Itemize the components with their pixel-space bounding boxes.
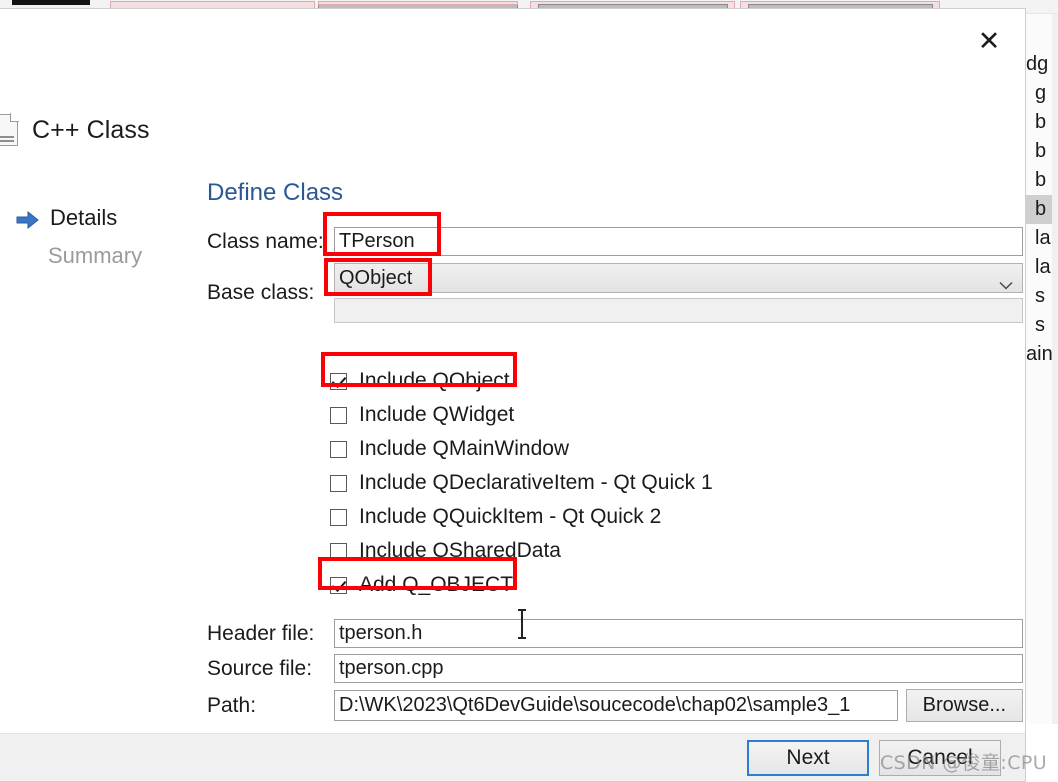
- checkbox-label: Include QMainWindow: [359, 437, 570, 460]
- path-label: Path:: [207, 693, 257, 717]
- background-scrollbar[interactable]: [1052, 14, 1058, 724]
- source-file-label: Source file:: [207, 656, 313, 680]
- class-name-label: Class name:: [207, 229, 324, 253]
- include-options-list: Include QObject Include QWidget Include …: [330, 364, 713, 602]
- path-row: Path: Browse...: [207, 689, 1023, 722]
- mouse-cursor-ibeam: [516, 609, 528, 639]
- base-class-row: Base class: QObject: [207, 263, 1023, 323]
- base-class-combobox[interactable]: QObject: [334, 263, 1023, 293]
- sidebar-item-details[interactable]: Details: [16, 199, 196, 237]
- checkbox-include-qquickitem[interactable]: Include QQuickItem - Qt Quick 2: [330, 500, 713, 534]
- file-fields: Header file: Source file: Path: Browse..…: [207, 619, 1023, 728]
- checkbox-icon: [330, 542, 347, 560]
- checkbox-label: Include QSharedData: [359, 539, 561, 562]
- checkbox-label: Include QDeclarativeItem - Qt Quick 1: [359, 471, 713, 494]
- section-title: Define Class: [207, 179, 344, 206]
- page-title: C++ Class: [32, 115, 150, 144]
- checkbox-icon: [330, 474, 347, 492]
- background-black-bar: [12, 0, 90, 5]
- checkbox-include-qwidget[interactable]: Include QWidget: [330, 398, 713, 432]
- watermark-text: CSDN @俊童:CPU: [880, 752, 1048, 774]
- checkbox-label: Add Q_OBJECT: [359, 573, 514, 596]
- class-name-row: Class name:: [207, 227, 1023, 256]
- sidebar-item-summary: Summary: [16, 237, 196, 275]
- checkbox-include-qshareddata[interactable]: Include QSharedData: [330, 534, 713, 568]
- base-class-value: QObject: [339, 266, 413, 289]
- class-name-input[interactable]: [334, 227, 1023, 256]
- background-tab: [318, 1, 518, 5]
- checkbox-icon: [330, 372, 347, 390]
- header-file-input[interactable]: [334, 619, 1023, 648]
- source-file-input[interactable]: [334, 654, 1023, 683]
- path-input[interactable]: [334, 690, 898, 721]
- dialog-footer: Next Cancel: [0, 733, 1025, 781]
- checkbox-icon: [330, 406, 347, 424]
- base-class-secondary-field[interactable]: [334, 298, 1023, 323]
- screen-root: dg g b b b b la la s s ain ✕ C++ Class D…: [0, 0, 1058, 782]
- header-file-row: Header file:: [207, 619, 1023, 648]
- source-file-row: Source file:: [207, 654, 1023, 683]
- arrow-right-icon: [16, 209, 40, 230]
- sidebar-item-label: Details: [50, 205, 118, 230]
- checkbox-icon: [330, 576, 347, 594]
- checkbox-label: Include QQuickItem - Qt Quick 2: [359, 505, 662, 528]
- next-button[interactable]: Next: [747, 739, 869, 776]
- checkbox-icon: [330, 440, 347, 458]
- checkbox-include-qobject[interactable]: Include QObject: [330, 364, 713, 398]
- define-class-pane: Define Class Class name: Base class: QOb…: [207, 179, 1023, 330]
- checkbox-include-qdeclarativeitem[interactable]: Include QDeclarativeItem - Qt Quick 1: [330, 466, 713, 500]
- wizard-steps-nav: Details Summary: [16, 199, 196, 275]
- checkbox-include-qmainwindow[interactable]: Include QMainWindow: [330, 432, 713, 466]
- document-icon: [0, 113, 19, 146]
- close-icon[interactable]: ✕: [967, 21, 1011, 61]
- checkbox-label: Include QWidget: [359, 403, 515, 426]
- sidebar-item-label: Summary: [48, 243, 143, 268]
- dialog-header: C++ Class: [0, 113, 150, 146]
- chevron-down-icon: [999, 274, 1013, 290]
- header-file-label: Header file:: [207, 621, 315, 645]
- cpp-class-wizard-dialog: ✕ C++ Class Details Summary Define Class…: [0, 8, 1026, 782]
- base-class-label: Base class:: [207, 281, 315, 304]
- checkbox-icon: [330, 508, 347, 526]
- checkbox-add-q-object[interactable]: Add Q_OBJECT: [330, 568, 713, 602]
- browse-button[interactable]: Browse...: [905, 689, 1023, 722]
- checkbox-label: Include QObject: [359, 369, 510, 392]
